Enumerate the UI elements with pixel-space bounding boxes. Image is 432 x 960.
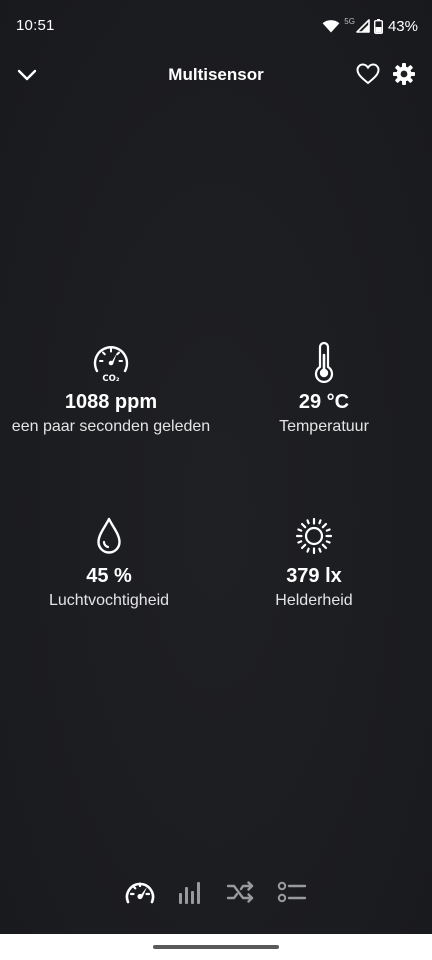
sensor-co2[interactable]: CO₂ 1088 ppm een paar seconden geleden: [11, 340, 211, 437]
shuffle-icon: [226, 880, 256, 909]
bar-chart-icon: [177, 879, 205, 910]
app-bar: Multisensor: [0, 52, 432, 100]
temperature-label: Temperatuur: [279, 418, 369, 435]
network-type-label: 5G: [344, 17, 355, 26]
battery-icon: [373, 18, 383, 34]
tab-overview[interactable]: [122, 876, 158, 912]
heart-icon: [356, 62, 380, 90]
list-icon: [277, 880, 307, 909]
settings-button[interactable]: [388, 60, 420, 92]
sensor-brightness[interactable]: 379 lx Helderheid: [214, 514, 414, 611]
tab-list[interactable]: [274, 876, 310, 912]
battery-percentage: 43%: [387, 17, 418, 35]
app-screen: 10:51 5G 43% Multisensor CO₂ 1088 ppm ee…: [0, 0, 432, 934]
tab-flows[interactable]: [223, 876, 259, 912]
temperature-value: 29 °C: [298, 391, 350, 413]
favorite-button[interactable]: [352, 60, 384, 92]
sensor-temperature[interactable]: 29 °C Temperatuur: [224, 340, 424, 437]
co2-label: een paar seconden geleden: [11, 418, 211, 435]
gear-icon: [392, 62, 416, 91]
co2-icon-text: CO₂: [102, 374, 119, 383]
wifi-icon: [322, 19, 340, 33]
brightness-label: Helderheid: [275, 592, 353, 609]
sensor-humidity[interactable]: 45 % Luchtvochtigheid: [9, 514, 209, 611]
humidity-label: Luchtvochtigheid: [48, 592, 170, 609]
co2-gauge-icon: CO₂: [11, 340, 211, 384]
humidity-value: 45 %: [86, 565, 132, 587]
system-navigation-bar: [0, 934, 432, 960]
gauge-icon: [124, 878, 156, 911]
tab-statistics[interactable]: [173, 876, 209, 912]
status-time: 10:51: [16, 17, 55, 34]
droplet-icon: [9, 514, 209, 558]
status-bar: 10:51 5G 43%: [0, 0, 432, 52]
thermometer-icon: [224, 340, 424, 384]
brightness-value: 379 lx: [286, 565, 342, 587]
signal-icon: [356, 19, 370, 33]
status-icons: 5G 43%: [322, 16, 418, 36]
sun-icon: [214, 514, 414, 558]
co2-value: 1088 ppm: [64, 391, 158, 413]
bottom-tab-bar: [0, 872, 432, 916]
home-indicator[interactable]: [153, 945, 279, 949]
